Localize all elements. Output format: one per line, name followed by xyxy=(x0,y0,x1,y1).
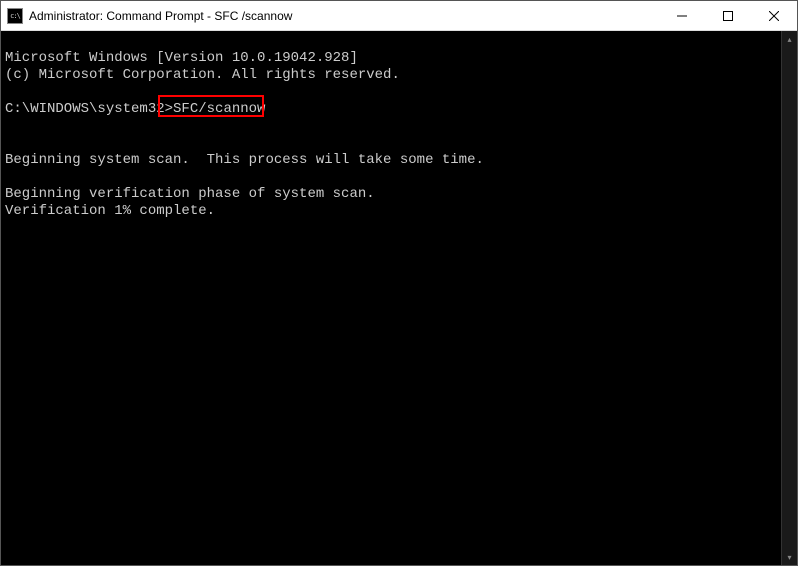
output-line: Microsoft Windows [Version 10.0.19042.92… xyxy=(5,50,358,66)
output-line: Beginning system scan. This process will… xyxy=(5,152,484,168)
window-controls xyxy=(659,1,797,30)
terminal-area[interactable]: Microsoft Windows [Version 10.0.19042.92… xyxy=(1,31,797,565)
window-title: Administrator: Command Prompt - SFC /sca… xyxy=(29,9,659,23)
maximize-icon xyxy=(723,11,733,21)
minimize-icon xyxy=(677,11,687,21)
terminal-content[interactable]: Microsoft Windows [Version 10.0.19042.92… xyxy=(1,31,781,565)
output-line: (c) Microsoft Corporation. All rights re… xyxy=(5,67,400,83)
close-button[interactable] xyxy=(751,1,797,30)
maximize-button[interactable] xyxy=(705,1,751,30)
prompt-prefix: C:\WINDOWS\system32> xyxy=(5,101,173,118)
close-icon xyxy=(769,11,779,21)
cmd-icon: c:\ xyxy=(7,8,23,24)
vertical-scrollbar[interactable]: ▴ ▾ xyxy=(781,31,797,565)
scroll-up-icon[interactable]: ▴ xyxy=(782,31,797,47)
scroll-down-icon[interactable]: ▾ xyxy=(782,549,797,565)
typed-command: SFC/scannow xyxy=(173,101,265,118)
output-line: Beginning verification phase of system s… xyxy=(5,186,375,202)
minimize-button[interactable] xyxy=(659,1,705,30)
output-line: Verification 1% complete. xyxy=(5,203,215,219)
titlebar: c:\ Administrator: Command Prompt - SFC … xyxy=(1,1,797,31)
